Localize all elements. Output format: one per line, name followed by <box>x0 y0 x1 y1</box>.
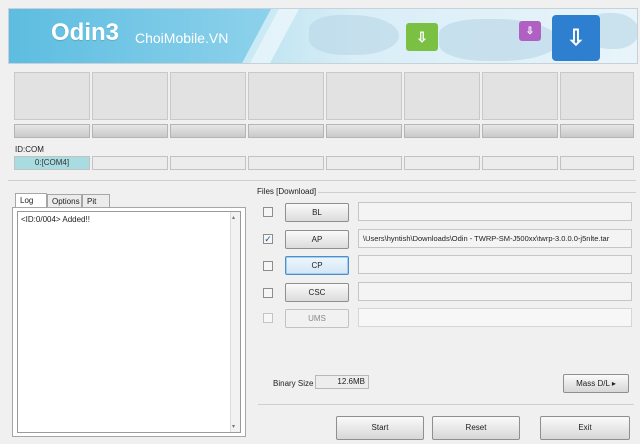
progress-bar-8 <box>560 124 634 138</box>
port-box-1 <box>14 72 90 120</box>
world-map-shape <box>309 15 399 55</box>
com-port-slot <box>326 156 402 170</box>
banner: Odin3 ChoiMobile.VN ⇩ ⇩ ⇩ <box>8 8 638 64</box>
ums-button: UMS <box>285 309 349 328</box>
download-blue-icon: ⇩ <box>552 15 600 61</box>
divider <box>8 180 636 181</box>
files-group-label: Files [Download] <box>257 187 317 196</box>
progress-bar-1 <box>14 124 90 138</box>
bl-path-field[interactable] <box>358 202 632 221</box>
progress-bar-7 <box>482 124 558 138</box>
log-scrollbar[interactable]: ▴ ▾ <box>230 212 240 432</box>
ap-checkbox[interactable]: ✓ <box>263 234 273 244</box>
world-map-shape <box>439 19 559 61</box>
tab-log[interactable]: Log <box>15 193 47 208</box>
banner-title: Odin3 <box>51 19 120 46</box>
com-port-slot <box>248 156 324 170</box>
files-group-border <box>318 192 636 193</box>
com-port-active: 0:[COM4] <box>14 156 90 170</box>
ap-path-field[interactable]: \Users\hyntish\Downloads\Odin - TWRP-SM-… <box>358 229 632 248</box>
bl-button[interactable]: BL <box>285 203 349 222</box>
port-box-8 <box>560 72 634 120</box>
com-port-slot <box>482 156 558 170</box>
log-line: <ID:0/004> Added!! <box>21 215 90 224</box>
port-box-4 <box>248 72 324 120</box>
ums-path-field <box>358 308 632 327</box>
cp-button[interactable]: CP <box>285 256 349 275</box>
port-box-2 <box>92 72 168 120</box>
download-purple-icon: ⇩ <box>519 21 541 41</box>
progress-bar-3 <box>170 124 246 138</box>
scroll-up-arrow-icon[interactable]: ▴ <box>232 214 235 221</box>
com-port-slot <box>560 156 634 170</box>
csc-checkbox[interactable] <box>263 288 273 298</box>
tab-options[interactable]: Options <box>47 194 82 208</box>
id-com-label: ID:COM <box>15 145 44 154</box>
ap-button[interactable]: AP <box>285 230 349 249</box>
progress-bar-6 <box>404 124 480 138</box>
port-box-6 <box>404 72 480 120</box>
check-icon: ✓ <box>264 233 272 244</box>
binary-size-value: 12.6MB <box>315 375 369 389</box>
com-port-slot <box>170 156 246 170</box>
tab-pit[interactable]: Pit <box>82 194 110 208</box>
exit-button[interactable]: Exit <box>540 416 630 440</box>
csc-button[interactable]: CSC <box>285 283 349 302</box>
progress-bar-5 <box>326 124 402 138</box>
mass-dl-button[interactable]: Mass D/L ▸ <box>563 374 629 393</box>
com-port-slot <box>404 156 480 170</box>
bl-checkbox[interactable] <box>263 207 273 217</box>
scroll-down-arrow-icon[interactable]: ▾ <box>232 423 235 430</box>
start-button[interactable]: Start <box>336 416 424 440</box>
banner-subtitle: ChoiMobile.VN <box>135 30 229 46</box>
progress-bar-2 <box>92 124 168 138</box>
port-box-7 <box>482 72 558 120</box>
port-box-5 <box>326 72 402 120</box>
cp-checkbox[interactable] <box>263 261 273 271</box>
log-textarea[interactable]: <ID:0/004> Added!! ▴ ▾ <box>17 211 241 433</box>
download-green-icon: ⇩ <box>406 23 438 51</box>
csc-path-field[interactable] <box>358 282 632 301</box>
binary-size-label: Binary Size <box>273 379 314 388</box>
divider <box>258 404 634 405</box>
progress-bar-4 <box>248 124 324 138</box>
ums-checkbox <box>263 313 273 323</box>
reset-button[interactable]: Reset <box>432 416 520 440</box>
cp-path-field[interactable] <box>358 255 632 274</box>
port-box-3 <box>170 72 246 120</box>
com-port-slot <box>92 156 168 170</box>
